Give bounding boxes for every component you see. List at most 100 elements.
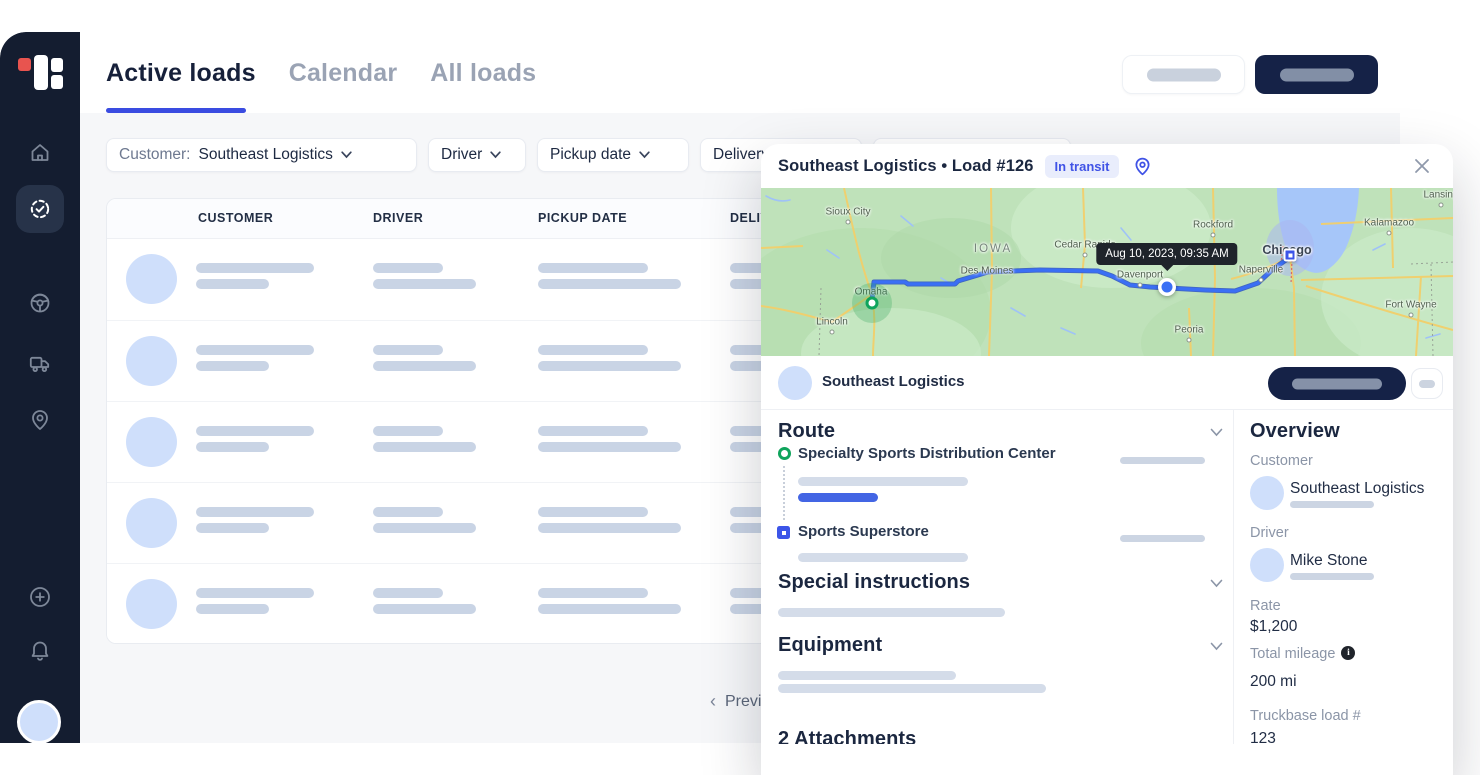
map-city-label: Fort Wayne — [1385, 300, 1436, 311]
panel-more-button[interactable] — [1411, 368, 1443, 399]
skeleton-bar — [373, 523, 476, 533]
row-avatar — [126, 336, 177, 386]
map-city-dot — [1083, 253, 1088, 258]
add-icon[interactable] — [28, 585, 52, 609]
tab-active-loads[interactable]: Active loads — [106, 59, 256, 88]
collapse-route-icon[interactable] — [1210, 428, 1223, 437]
skeleton-bar — [1280, 68, 1354, 81]
skeleton-bar — [373, 507, 443, 517]
map-city-label: Sioux City — [825, 207, 870, 218]
map-city-label: Kalamazoo — [1364, 218, 1414, 229]
map-city-label: Lincoln — [816, 317, 848, 328]
skeleton-bar — [196, 442, 269, 452]
skeleton-bar — [538, 442, 681, 452]
map-city-dot — [1259, 278, 1264, 283]
tab-calendar[interactable]: Calendar — [289, 59, 398, 88]
customer-avatar — [1250, 476, 1284, 510]
truck-icon[interactable] — [28, 351, 52, 375]
column-header-customer: Customer — [198, 211, 273, 225]
skeleton-bar — [373, 588, 443, 598]
map-city-label: IOWA — [974, 243, 1012, 255]
filter-driver[interactable]: Driver — [428, 138, 526, 172]
skeleton-bar — [196, 604, 269, 614]
skeleton-bar — [196, 345, 314, 355]
panel-title: Southeast Logistics • Load #126 — [778, 157, 1034, 176]
bell-icon[interactable] — [28, 638, 52, 662]
panel-header: Southeast Logistics • Load #126 In trans… — [761, 144, 1453, 188]
overview-rate-label: Rate — [1250, 598, 1281, 614]
overview-mileage-value: 200 mi — [1250, 673, 1297, 691]
skeleton-bar-progress — [798, 493, 878, 502]
skeleton-bar — [373, 263, 443, 273]
pickup-stop-icon — [778, 447, 791, 460]
chevron-down-icon — [341, 151, 352, 159]
active-loads-icon[interactable] — [28, 197, 52, 221]
map-city-label: Des Moines — [961, 266, 1014, 277]
special-instructions-heading: Special instructions — [778, 571, 970, 594]
chevron-down-icon — [490, 151, 501, 159]
skeleton-bar — [373, 345, 443, 355]
skeleton-bar — [196, 507, 314, 517]
position-tooltip: Aug 10, 2023, 09:35 AM — [1096, 243, 1237, 265]
skeleton-bar — [1290, 573, 1374, 580]
active-tab-underline — [106, 108, 246, 113]
route-map[interactable]: Sioux CityIOWACedar RapidsDes MoinesOmah… — [761, 188, 1453, 356]
row-avatar — [126, 579, 177, 629]
tab-all-loads[interactable]: All loads — [430, 59, 536, 88]
skeleton-bar — [778, 608, 1005, 617]
truckbase-logo[interactable] — [0, 52, 80, 96]
panel-primary-button[interactable] — [1268, 367, 1406, 400]
secondary-action-button[interactable] — [1122, 55, 1245, 94]
track-location-icon[interactable] — [1132, 156, 1153, 177]
skeleton-bar — [196, 279, 269, 289]
skeleton-bar — [538, 507, 648, 517]
load-detail-panel: Southeast Logistics • Load #126 In trans… — [761, 144, 1453, 775]
skeleton-bar — [1419, 380, 1435, 388]
filter-pickup-date[interactable]: Pickup date — [537, 138, 689, 172]
primary-action-button[interactable] — [1255, 55, 1378, 94]
skeleton-bar — [798, 553, 968, 562]
row-avatar — [126, 498, 177, 548]
user-avatar[interactable] — [17, 700, 61, 743]
close-icon[interactable] — [1413, 157, 1431, 175]
skeleton-bar — [538, 426, 648, 436]
map-city-dot — [1387, 231, 1392, 236]
home-icon[interactable] — [28, 140, 52, 164]
current-position-marker — [1158, 278, 1176, 296]
skeleton-bar — [373, 604, 476, 614]
skeleton-bar — [778, 671, 956, 680]
skeleton-bar — [373, 361, 476, 371]
info-icon[interactable] — [1341, 646, 1355, 660]
map-city-dot — [1409, 313, 1414, 318]
skeleton-bar — [1120, 457, 1205, 464]
overview-mileage-label: Total mileage — [1250, 646, 1355, 662]
overview-driver-label: Driver — [1250, 525, 1289, 541]
location-pin-icon[interactable] — [28, 408, 52, 432]
map-city-dot — [830, 330, 835, 335]
pickup-stop-name: Specialty Sports Distribution Center — [798, 445, 1056, 462]
overview-driver-value: Mike Stone — [1290, 552, 1368, 570]
origin-marker — [866, 297, 879, 310]
skeleton-bar — [1147, 68, 1221, 81]
collapse-equipment-icon[interactable] — [1210, 642, 1223, 651]
skeleton-bar — [196, 263, 314, 273]
skeleton-bar — [1292, 378, 1382, 389]
steering-wheel-icon[interactable] — [28, 291, 52, 315]
chevron-left-icon: ‹ — [710, 691, 716, 712]
filter-value: Southeast Logistics — [199, 146, 333, 164]
filter-value: Pickup date — [550, 146, 631, 164]
map-city-dot — [1138, 283, 1143, 288]
overview-customer-label: Customer — [1250, 453, 1313, 469]
overview-customer-value: Southeast Logistics — [1290, 480, 1424, 498]
skeleton-bar — [778, 684, 1046, 693]
collapse-instructions-icon[interactable] — [1210, 579, 1223, 588]
sidebar — [0, 32, 80, 743]
map-city-label: Rockford — [1193, 220, 1233, 231]
skeleton-bar — [196, 361, 269, 371]
filter-southeast-logistics[interactable]: Customer:Southeast Logistics — [106, 138, 417, 172]
tab-bar: Active loads Calendar All loads — [106, 54, 536, 92]
overview-rate-value: $1,200 — [1250, 618, 1297, 636]
map-city-dot — [846, 220, 851, 225]
map-city-dot — [1187, 338, 1192, 343]
route-heading: Route — [778, 420, 835, 443]
